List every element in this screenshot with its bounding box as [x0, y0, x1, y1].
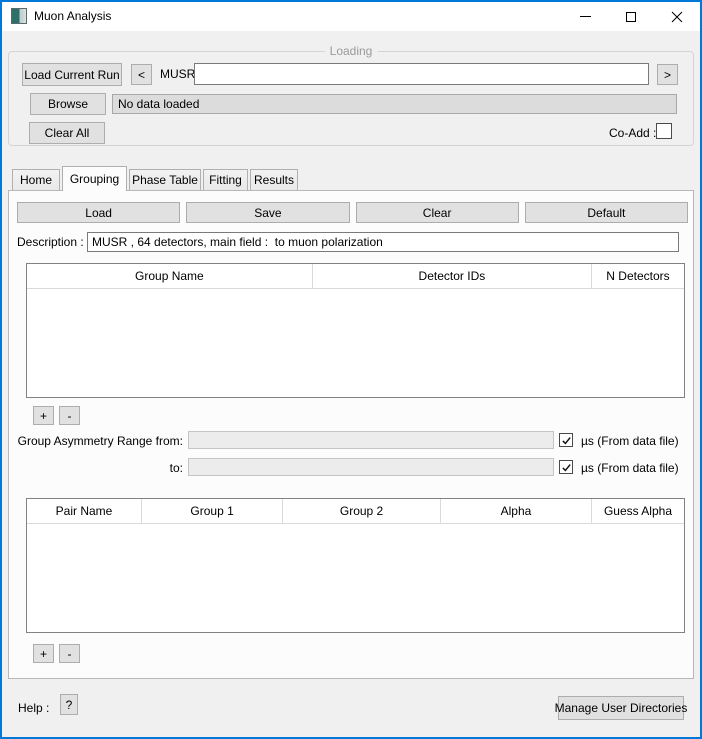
- pair-table: Pair Name Group 1 Group 2 Alpha Guess Al…: [26, 498, 685, 633]
- grouping-actions-row: Load Save Clear Default: [17, 202, 688, 223]
- muon-analysis-window: Muon Analysis Loading Load Current Run <…: [0, 0, 702, 739]
- asymmetry-to-input: [188, 458, 554, 476]
- tab-grouping[interactable]: Grouping: [62, 166, 127, 191]
- group-table: Group Name Detector IDs N Detectors: [26, 263, 685, 398]
- pair-table-header-group-1: Group 1: [142, 499, 283, 523]
- help-button[interactable]: ?: [60, 694, 78, 715]
- asymmetry-to-unit-label: µs (From data file): [581, 461, 679, 475]
- group-table-body[interactable]: [27, 289, 684, 397]
- checkmark-icon: [561, 462, 572, 473]
- pair-table-header-alpha: Alpha: [441, 499, 592, 523]
- clear-all-button[interactable]: Clear All: [29, 122, 105, 144]
- manage-user-directories-button[interactable]: Manage User Directories: [558, 696, 684, 720]
- pair-add-button[interactable]: +: [33, 644, 54, 663]
- window-title: Muon Analysis: [34, 2, 111, 31]
- tab-home[interactable]: Home: [12, 169, 60, 191]
- asymmetry-from-unit-label: µs (From data file): [581, 434, 679, 448]
- asymmetry-to-label: to:: [17, 461, 183, 475]
- asymmetry-to-checkbox[interactable]: [559, 460, 573, 474]
- description-label: Description :: [17, 235, 84, 249]
- minimize-icon: [580, 16, 591, 17]
- pair-table-header-pair-name: Pair Name: [27, 499, 142, 523]
- app-icon: [11, 8, 27, 24]
- help-label: Help :: [18, 701, 49, 715]
- next-run-button[interactable]: >: [657, 64, 678, 85]
- instrument-label: MUSR: [160, 67, 195, 81]
- grouping-clear-button[interactable]: Clear: [356, 202, 519, 223]
- loading-groupbox-title: Loading: [325, 44, 378, 58]
- asymmetry-from-checkbox[interactable]: [559, 433, 573, 447]
- co-add-label: Co-Add :: [609, 126, 656, 140]
- tab-fitting[interactable]: Fitting: [203, 169, 248, 191]
- close-icon: [671, 11, 683, 23]
- tab-phase-table[interactable]: Phase Table: [129, 169, 201, 191]
- group-table-header: Group Name Detector IDs N Detectors: [27, 264, 684, 289]
- loading-groupbox: Loading Load Current Run < MUSR > Browse…: [8, 51, 694, 146]
- load-current-run-button[interactable]: Load Current Run: [22, 63, 122, 86]
- run-number-input[interactable]: [194, 63, 649, 85]
- asymmetry-from-input: [188, 431, 554, 449]
- group-table-header-detector-ids: Detector IDs: [313, 264, 592, 288]
- pair-table-header: Pair Name Group 1 Group 2 Alpha Guess Al…: [27, 499, 684, 524]
- tab-results[interactable]: Results: [250, 169, 298, 191]
- grouping-tab-page: Load Save Clear Default Description : Gr…: [8, 190, 694, 679]
- group-add-button[interactable]: +: [33, 406, 54, 425]
- grouping-load-button[interactable]: Load: [17, 202, 180, 223]
- maximize-button[interactable]: [608, 2, 654, 31]
- description-input[interactable]: [87, 232, 679, 252]
- pair-table-body[interactable]: [27, 524, 684, 632]
- data-status-field: No data loaded: [112, 94, 677, 114]
- maximize-icon: [626, 12, 636, 22]
- pair-remove-button[interactable]: -: [59, 644, 80, 663]
- group-remove-button[interactable]: -: [59, 406, 80, 425]
- pair-table-header-guess-alpha: Guess Alpha: [592, 499, 684, 523]
- group-table-header-group-name: Group Name: [27, 264, 313, 288]
- minimize-button[interactable]: [562, 2, 608, 31]
- grouping-save-button[interactable]: Save: [186, 202, 349, 223]
- group-table-header-n-detectors: N Detectors: [592, 264, 684, 288]
- window-controls: [562, 2, 700, 31]
- browse-button[interactable]: Browse: [30, 93, 106, 115]
- co-add-checkbox[interactable]: [656, 123, 672, 139]
- titlebar: Muon Analysis: [2, 2, 700, 31]
- previous-run-button[interactable]: <: [131, 64, 152, 85]
- close-button[interactable]: [654, 2, 700, 31]
- grouping-default-button[interactable]: Default: [525, 202, 688, 223]
- pair-table-header-group-2: Group 2: [283, 499, 441, 523]
- checkmark-icon: [561, 435, 572, 446]
- asymmetry-from-label: Group Asymmetry Range from:: [17, 434, 183, 448]
